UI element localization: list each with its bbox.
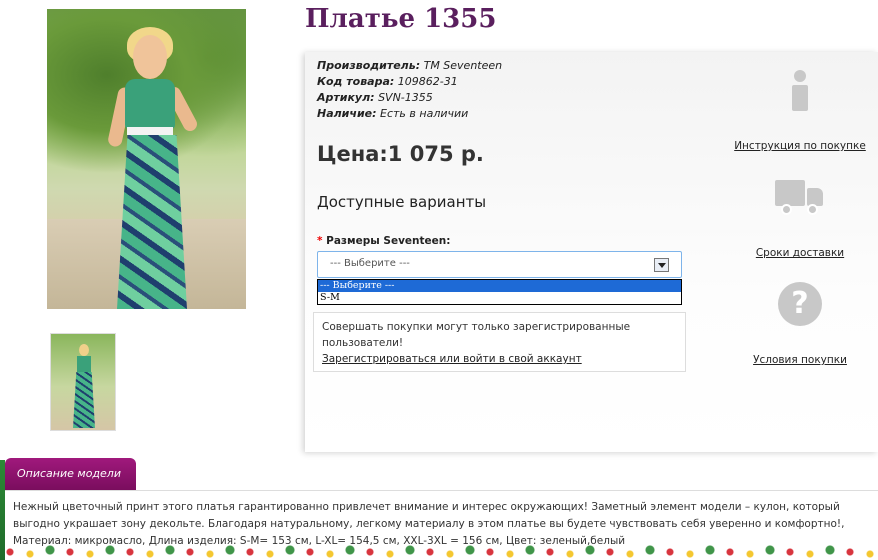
- meta-row: Наличие: Есть в наличии: [317, 106, 502, 122]
- meta-value: Есть в наличии: [380, 107, 469, 120]
- meta-row: Артикул: SVN-1355: [317, 90, 502, 106]
- tab-description[interactable]: Описание модели: [5, 458, 136, 490]
- size-select[interactable]: --- Выберите ---: [317, 251, 682, 278]
- product-main-photo[interactable]: [47, 9, 246, 309]
- meta-row: Код товара: 109862-31: [317, 74, 502, 90]
- product-price: Цена:1 075 р.: [317, 142, 484, 166]
- truck-icon[interactable]: [775, 178, 825, 218]
- meta-value: TM Seventeen: [423, 59, 503, 72]
- meta-label: Производитель:: [317, 59, 421, 72]
- product-thumbnail[interactable]: [50, 333, 116, 431]
- variants-heading: Доступные варианты: [317, 193, 487, 211]
- side-link-label[interactable]: Условия покупки: [725, 354, 875, 366]
- meta-label: Код товара:: [317, 75, 395, 88]
- login-link[interactable]: Зарегистрироваться или войти в свой акка…: [322, 351, 677, 367]
- required-mark: *: [317, 235, 323, 247]
- notice-text: Совершать покупки могут только зарегистр…: [322, 321, 631, 349]
- dress-top: [125, 79, 175, 129]
- side-link-delivery[interactable]: Сроки доставки: [725, 178, 875, 259]
- dress-skirt: [117, 135, 187, 309]
- meta-label: Наличие:: [317, 107, 377, 120]
- meta-row: Производитель: TM Seventeen: [317, 58, 502, 74]
- garland-decoration: [0, 544, 878, 560]
- side-link-instructions[interactable]: Инструкция по покупке: [725, 70, 875, 152]
- thumb-head: [79, 344, 89, 356]
- login-notice: Совершать покупки могут только зарегистр…: [313, 312, 686, 372]
- product-meta: Производитель: TM Seventeen Код товара: …: [317, 58, 502, 122]
- chevron-down-icon[interactable]: [654, 258, 669, 272]
- size-option[interactable]: S-M: [318, 292, 681, 304]
- meta-value: SVN-1355: [378, 91, 433, 104]
- side-link-label[interactable]: Инструкция по покупке: [725, 140, 875, 152]
- size-label: * Размеры Seventeen:: [317, 235, 450, 247]
- size-option[interactable]: --- Выберите ---: [318, 280, 681, 292]
- size-select-value: --- Выберите ---: [330, 258, 410, 269]
- meta-label: Артикул:: [317, 91, 375, 104]
- size-label-text: Размеры Seventeen:: [326, 235, 451, 247]
- size-dropdown-list[interactable]: --- Выберите --- S-M: [317, 279, 682, 305]
- model-head: [133, 35, 167, 79]
- product-info-panel: Производитель: TM Seventeen Код товара: …: [305, 52, 878, 452]
- thumb-top: [77, 356, 91, 372]
- meta-value: 109862-31: [397, 75, 458, 88]
- dress-belt: [127, 127, 173, 135]
- question-icon[interactable]: ?: [778, 282, 822, 326]
- side-link-terms[interactable]: ? Условия покупки: [725, 282, 875, 366]
- info-icon[interactable]: [789, 70, 811, 112]
- thumb-skirt: [73, 372, 95, 428]
- product-title: Платье 1355: [305, 4, 497, 34]
- side-link-label[interactable]: Сроки доставки: [725, 247, 875, 259]
